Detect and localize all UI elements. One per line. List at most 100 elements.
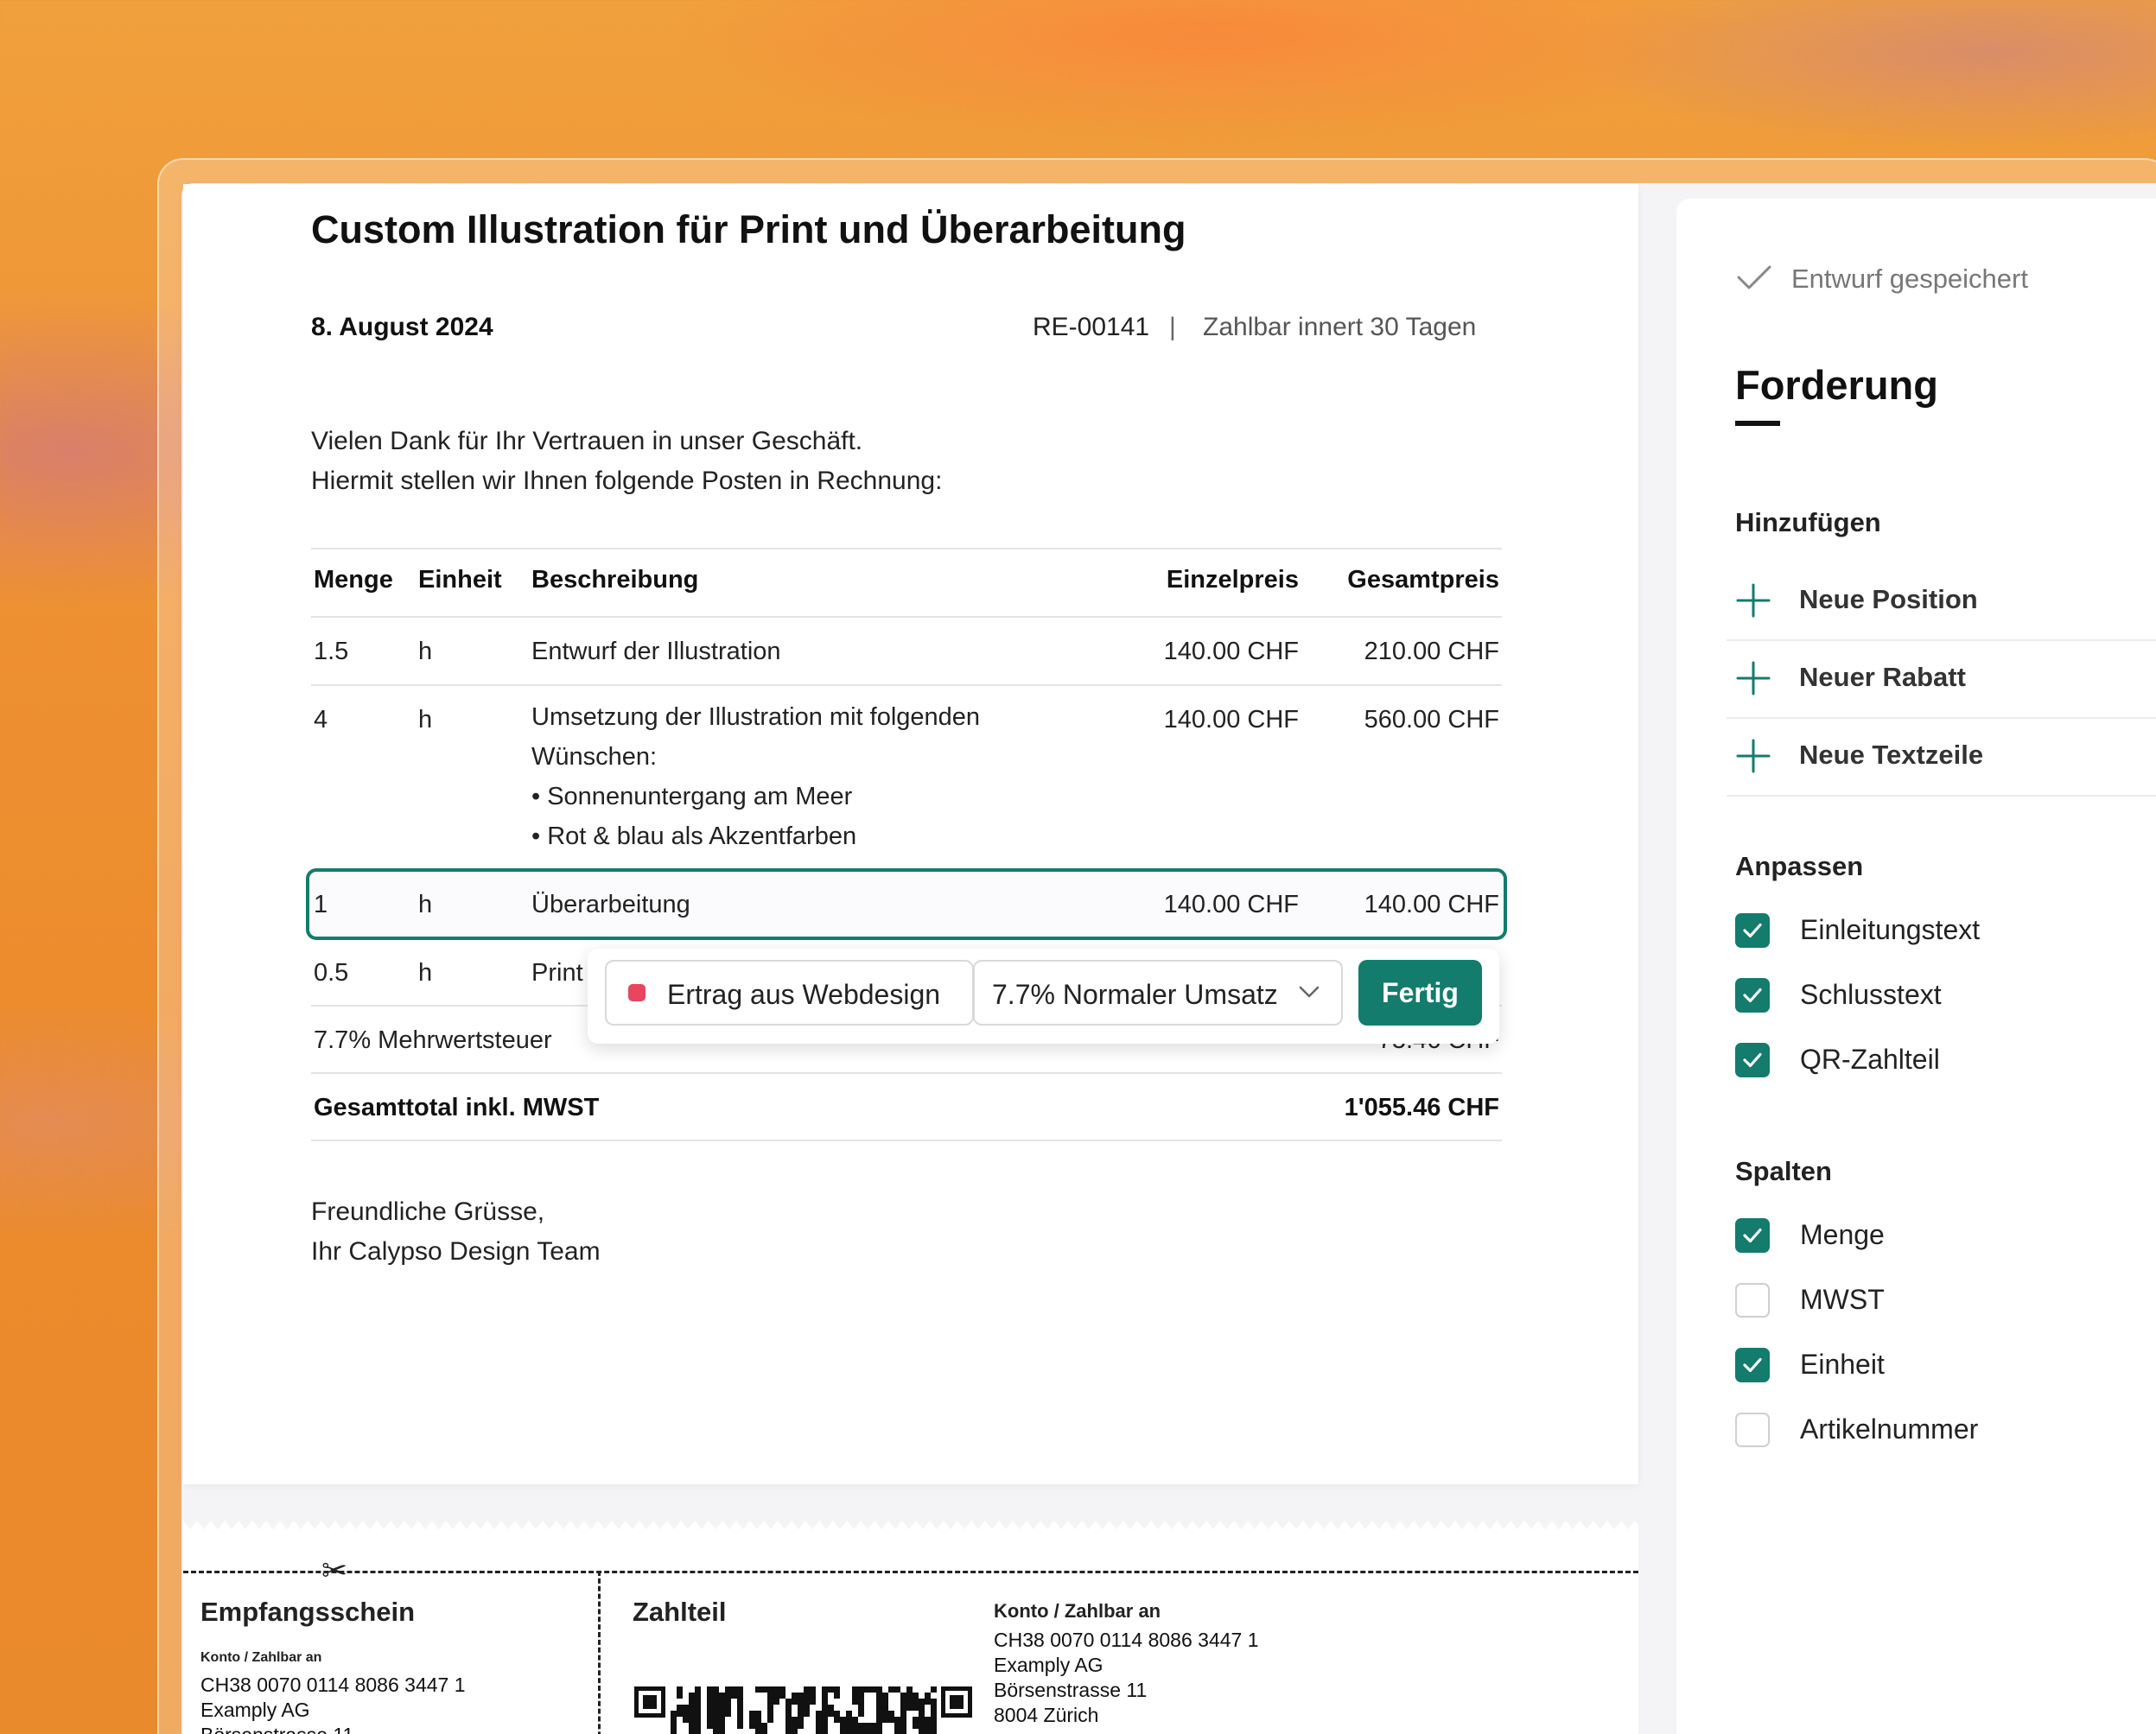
check-icon	[1743, 988, 1762, 1003]
chevron-down-icon	[1299, 986, 1320, 998]
perforated-edge	[183, 1521, 1638, 1529]
row-2-gesamtpreis: 560.00 CHF	[1364, 706, 1499, 734]
payment-line: 8004 Zürich	[994, 1704, 1099, 1726]
closing-line: Ihr Calypso Design Team	[311, 1237, 601, 1266]
row-1-einheit[interactable]: h	[418, 638, 432, 666]
add-discount-button[interactable]: Neuer Rabatt	[1727, 641, 2156, 719]
row-edit-popover: Ertrag aus Webdesign 7.7% Normaler Umsat…	[588, 949, 1499, 1044]
invoice-date[interactable]: 8. August 2024	[311, 313, 493, 342]
toggle-schlusstext[interactable]: Schlusstext	[1735, 975, 2150, 1019]
closing-text[interactable]: Freundliche Grüsse, Ihr Calypso Design T…	[311, 1192, 601, 1272]
vat-rate-value: 7.7% Normaler Umsatz	[992, 979, 1278, 1010]
table-divider	[311, 684, 1502, 686]
add-position-label: Neue Position	[1799, 584, 1978, 614]
checkbox-label: Einleitungstext	[1800, 914, 1981, 945]
check-icon	[1743, 1228, 1762, 1243]
intro-text[interactable]: Vielen Dank für Ihr Vertrauen in unser G…	[311, 422, 942, 501]
qr-payment-slip: ✂ Empfangsschein Konto / Zahlbar an CH38…	[183, 1521, 1638, 1734]
total-amount: 1'055.46 CHF	[1344, 1094, 1499, 1121]
checkbox-label: Einheit	[1800, 1349, 1885, 1380]
payment-line: Börsenstrasse 11	[994, 1679, 1148, 1701]
table-divider	[311, 1072, 1502, 1074]
cut-line-horizontal	[183, 1571, 1638, 1573]
row-2-beschreibung[interactable]: Umsetzung der Illustration mit folgenden…	[531, 697, 980, 856]
section-columns: Spalten	[1735, 1156, 1832, 1186]
account-select[interactable]: Ertrag aus Webdesign	[605, 960, 974, 1026]
row-2-menge[interactable]: 4	[314, 706, 328, 734]
vat-rate-select[interactable]: 7.7% Normaler Umsatz	[973, 960, 1343, 1026]
add-position-button[interactable]: Neue Position	[1727, 563, 2156, 641]
description-line: • Rot & blau als Akzentfarben	[531, 823, 857, 850]
section-customize: Anpassen	[1735, 851, 1864, 881]
row-1-menge[interactable]: 1.5	[314, 638, 348, 666]
payment-account-label: Konto / Zahlbar an	[994, 1600, 1161, 1622]
row-4-beschreibung[interactable]: Print	[531, 959, 583, 988]
row-3-einzelpreis[interactable]: 140.00 CHF	[1164, 891, 1299, 919]
title-underline	[1735, 421, 1780, 426]
payment-terms[interactable]: Zahlbar innert 30 Tagen	[1203, 313, 1476, 342]
toggle-qr-zahlteil[interactable]: QR-Zahlteil	[1735, 1040, 2150, 1083]
plus-icon	[1736, 739, 1771, 773]
check-icon	[1743, 923, 1762, 938]
checkbox-label: MWST	[1800, 1284, 1885, 1315]
receipt-line: Börsenstrasse 11	[200, 1723, 466, 1734]
row-1-einzelpreis[interactable]: 140.00 CHF	[1164, 638, 1299, 666]
qr-code-icon	[634, 1686, 972, 1734]
toggle-column-mwst[interactable]: MWST	[1735, 1280, 2150, 1324]
account-color-dot	[628, 984, 646, 1001]
checkbox-label: Artikelnummer	[1800, 1413, 1979, 1445]
row-3-menge[interactable]: 1	[314, 891, 328, 919]
row-2-einzelpreis[interactable]: 140.00 CHF	[1164, 706, 1299, 734]
receipt-account-label: Konto / Zahlbar an	[200, 1650, 322, 1665]
checkbox[interactable]	[1735, 1413, 1770, 1447]
add-text-line-label: Neue Textzeile	[1799, 740, 1984, 770]
invoice-title[interactable]: Custom Illustration für Print und Überar…	[311, 207, 1186, 252]
row-3-beschreibung[interactable]: Überarbeitung	[531, 891, 690, 919]
receipt-title: Empfangsschein	[200, 1597, 416, 1627]
check-icon	[1737, 265, 1771, 289]
checkbox[interactable]	[1735, 913, 1770, 948]
sidebar-title: Forderung	[1735, 362, 1938, 408]
invoice-number: RE-00141	[1033, 313, 1150, 341]
description-line: • Sonnenuntergang am Meer	[531, 783, 853, 810]
checkbox[interactable]	[1735, 1348, 1770, 1382]
table-bottom-border	[311, 1140, 1502, 1141]
toggle-column-einheit[interactable]: Einheit	[1735, 1345, 2150, 1388]
closing-line: Freundliche Grüsse,	[311, 1197, 545, 1226]
row-1-beschreibung[interactable]: Entwurf der Illustration	[531, 638, 781, 666]
payment-line: Examply AG	[994, 1654, 1103, 1676]
column-header-beschreibung: Beschreibung	[531, 566, 699, 594]
payment-part-title: Zahlteil	[633, 1597, 727, 1627]
checkbox[interactable]	[1735, 1283, 1770, 1318]
checkbox[interactable]	[1735, 978, 1770, 1013]
checkbox-label: QR-Zahlteil	[1800, 1044, 1940, 1075]
saved-status: Entwurf gespeichert	[1791, 264, 2028, 294]
cut-line-vertical	[598, 1571, 601, 1734]
table-top-border	[311, 548, 1502, 549]
meta-separator: |	[1169, 313, 1176, 341]
selected-row[interactable]	[306, 868, 1507, 940]
column-header-einzelpreis: Einzelpreis	[1166, 566, 1299, 594]
toggle-einleitungstext[interactable]: Einleitungstext	[1735, 911, 2150, 954]
row-1-gesamtpreis: 210.00 CHF	[1364, 638, 1499, 665]
checkbox[interactable]	[1735, 1218, 1770, 1253]
column-header-einheit: Einheit	[418, 566, 502, 594]
row-2-einheit[interactable]: h	[418, 706, 432, 734]
add-discount-label: Neuer Rabatt	[1799, 662, 1966, 692]
row-3-einheit[interactable]: h	[418, 891, 432, 919]
row-4-menge[interactable]: 0.5	[314, 959, 348, 988]
done-button[interactable]: Fertig	[1358, 960, 1482, 1026]
description-line: Wünschen:	[531, 743, 658, 771]
receipt-address: CH38 0070 0114 8086 3447 1 Examply AG Bö…	[200, 1673, 466, 1734]
total-label: Gesamttotal inkl. MWST	[314, 1094, 600, 1121]
add-text-line-button[interactable]: Neue Textzeile	[1727, 719, 2156, 797]
toggle-column-artikelnummer[interactable]: Artikelnummer	[1735, 1410, 2150, 1453]
row-4-einheit[interactable]: h	[418, 959, 432, 988]
column-header-menge: Menge	[314, 566, 393, 594]
checkbox-label: Menge	[1800, 1219, 1885, 1250]
toggle-column-menge[interactable]: Menge	[1735, 1216, 2150, 1259]
plus-icon	[1736, 661, 1771, 696]
section-add: Hinzufügen	[1735, 507, 1881, 537]
checkbox[interactable]	[1735, 1043, 1770, 1077]
checkbox-label: Schlusstext	[1800, 979, 1942, 1010]
